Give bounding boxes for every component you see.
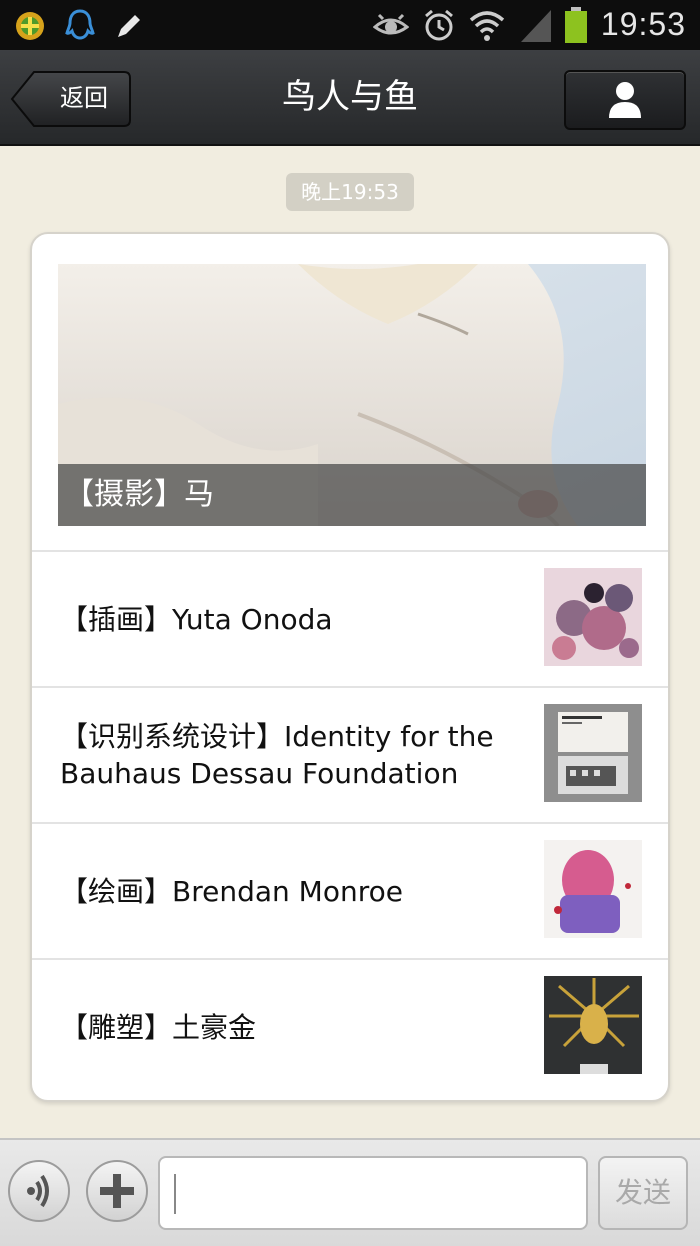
chat-title: 鸟人与鱼 (282, 77, 418, 117)
input-bar: 发送 (0, 1138, 700, 1246)
article-title: 【雕塑】土豪金 (60, 1010, 257, 1044)
plus-icon (100, 1174, 134, 1208)
battery-icon (564, 6, 587, 43)
text-cursor (174, 1174, 176, 1214)
article-row[interactable]: 【雕塑】土豪金 (32, 958, 668, 1094)
hero-caption: 【摄影】马 (58, 464, 646, 526)
article-thumbnail (544, 840, 642, 938)
back-button[interactable]: 返回 (10, 70, 131, 127)
article-title: 【识别系统设计】Identity for the Bauhaus Dessau … (60, 720, 494, 790)
voice-icon (27, 1174, 49, 1208)
message-timestamp: 晚上19:53 (286, 173, 414, 211)
user-icon (609, 82, 641, 118)
wifi-icon (469, 10, 505, 41)
back-label: 返回 (60, 84, 108, 112)
alarm-icon (424, 9, 453, 40)
article-thumbnail (544, 704, 642, 802)
article-title: 【绘画】Brendan Monroe (60, 874, 403, 908)
pencil-icon (118, 15, 140, 37)
article-row[interactable]: 【插画】Yuta Onoda (32, 550, 668, 686)
app-notification-icon (16, 12, 44, 40)
voice-button[interactable] (8, 1160, 70, 1222)
signal-icon (520, 9, 551, 42)
hero-article[interactable]: 【摄影】马 (58, 264, 646, 526)
article-row[interactable]: 【绘画】Brendan Monroe (32, 822, 668, 958)
qq-icon (65, 9, 95, 40)
clock: 19:53 (600, 6, 686, 42)
eye-icon (372, 13, 409, 34)
send-button[interactable]: 发送 (598, 1156, 688, 1230)
status-bar: 19:53 (0, 0, 700, 50)
add-attachment-button[interactable] (86, 1160, 148, 1222)
article-title: 【插画】Yuta Onoda (60, 602, 333, 636)
article-row[interactable]: 【识别系统设计】Identity for the Bauhaus Dessau … (32, 686, 668, 822)
article-card: 【摄影】马 【插画】Yuta Onoda 【识别系统设计】Identity fo… (30, 232, 670, 1102)
message-input[interactable] (158, 1156, 588, 1230)
profile-button[interactable] (564, 70, 686, 130)
article-thumbnail (544, 976, 642, 1074)
article-thumbnail (544, 568, 642, 666)
title-bar: 返回 鸟人与鱼 (0, 50, 700, 146)
